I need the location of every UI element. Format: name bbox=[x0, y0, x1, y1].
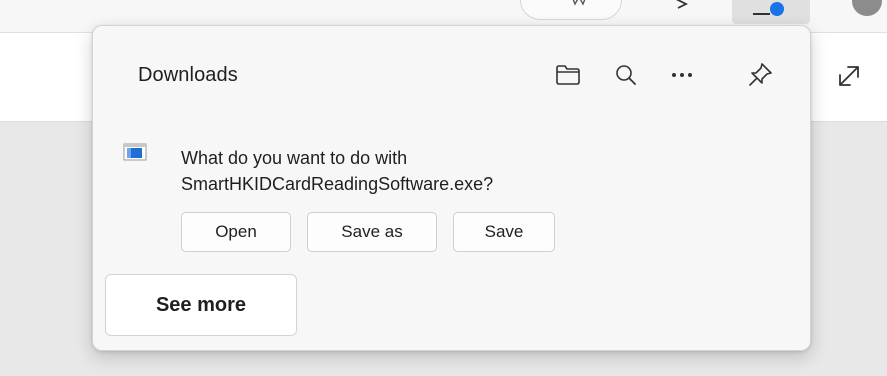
expand-icon[interactable] bbox=[834, 61, 864, 91]
download-prompt: What do you want to do with SmartHKIDCar… bbox=[181, 145, 701, 197]
open-folder-button[interactable] bbox=[553, 60, 583, 90]
save-button[interactable]: Save bbox=[453, 212, 555, 252]
open-button[interactable]: Open bbox=[181, 212, 291, 252]
more-options-button[interactable] bbox=[667, 60, 697, 90]
browser-window: Downloads What do you want to do with Sm… bbox=[0, 0, 887, 376]
more-icon bbox=[672, 73, 692, 77]
save-as-button[interactable]: Save as bbox=[307, 212, 437, 252]
file-name: SmartHKIDCardReadingSoftware.exe? bbox=[181, 174, 494, 194]
see-more-button[interactable]: See more bbox=[105, 274, 297, 336]
pin-icon bbox=[749, 63, 772, 86]
downloads-flyout: Downloads What do you want to do with Sm… bbox=[92, 25, 811, 351]
favorite-icon[interactable] bbox=[568, 0, 590, 8]
share-icon[interactable] bbox=[672, 0, 690, 10]
search-downloads-button[interactable] bbox=[611, 60, 641, 90]
flyout-title: Downloads bbox=[138, 64, 238, 86]
pin-flyout-button[interactable] bbox=[745, 60, 775, 90]
folder-icon bbox=[556, 65, 580, 85]
profile-icon[interactable] bbox=[852, 0, 882, 16]
executable-file-icon bbox=[123, 143, 147, 161]
downloads-button[interactable] bbox=[732, 0, 810, 24]
downloads-badge bbox=[770, 2, 784, 16]
prompt-question: What do you want to do with bbox=[181, 148, 408, 168]
search-icon bbox=[616, 65, 636, 85]
